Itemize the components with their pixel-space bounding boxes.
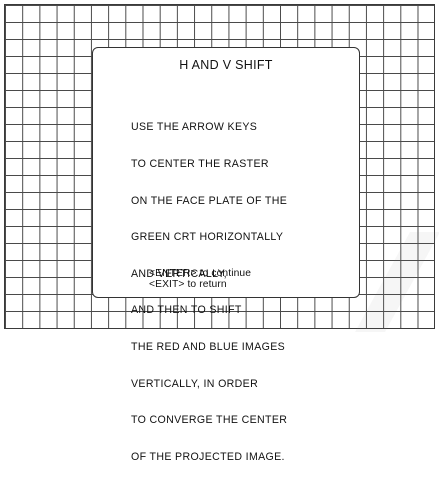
exit-return-hint[interactable]: <EXIT> to return — [149, 279, 227, 290]
instruction-line: THE RED AND BLUE IMAGES — [131, 341, 286, 354]
instruction-line: TO CENTER THE RASTER — [131, 158, 269, 171]
enter-continue-hint[interactable]: <ENTER> to continue — [149, 268, 251, 279]
instruction-text: USE THE ARROW KEYS TO CENTER THE RASTER … — [131, 97, 351, 488]
instruction-line: USE THE ARROW KEYS — [131, 121, 258, 134]
dialog-title: H AND V SHIFT — [179, 58, 273, 72]
h-and-v-shift-dialog: H AND V SHIFT USE THE ARROW KEYS TO CENT… — [92, 47, 360, 463]
instruction-line: OF THE PROJECTED IMAGE. — [131, 450, 285, 463]
instruction-line: ON THE FACE PLATE OF THE — [131, 194, 288, 207]
crt-screen: H AND V SHIFT USE THE ARROW KEYS TO CENT… — [0, 0, 439, 463]
instruction-line: GREEN CRT HORIZONTALLY — [131, 231, 284, 244]
instruction-line: TO CONVERGE THE CENTER — [131, 414, 288, 427]
instruction-line: VERTICALLY, IN ORDER — [131, 377, 259, 390]
instruction-line: AND THEN TO SHIFT — [131, 304, 242, 317]
